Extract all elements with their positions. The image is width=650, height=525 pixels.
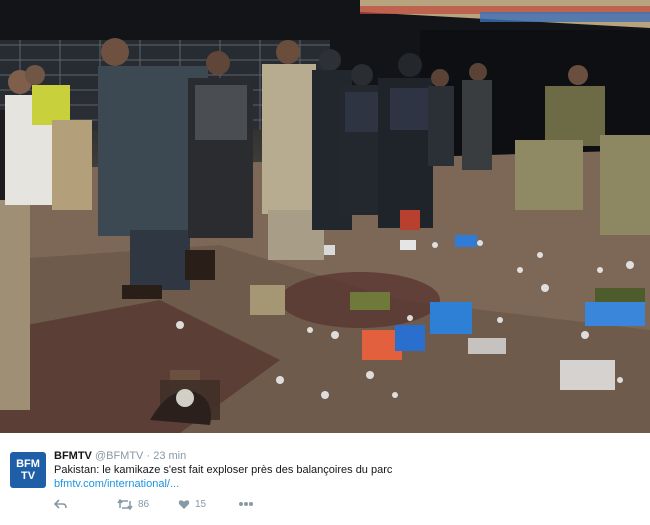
reply-icon: [54, 499, 67, 509]
more-icon: [239, 502, 253, 506]
retweet-icon: [117, 499, 133, 510]
reply-button[interactable]: [54, 499, 67, 510]
heart-icon: [178, 500, 190, 509]
bfmtv-avatar[interactable]: BFM TV: [10, 452, 46, 488]
author-name[interactable]: BFMTV: [54, 450, 92, 462]
photo-scene: [0, 0, 650, 433]
like-button[interactable]: 15: [178, 499, 206, 510]
retweet-count: 86: [138, 499, 150, 510]
more-button[interactable]: [238, 501, 254, 507]
avatar-logo-text: BFM TV: [16, 458, 40, 482]
tweet-text: Pakistan: le kamikaze s'est fait explose…: [54, 464, 393, 476]
like-count: 15: [195, 499, 207, 510]
time-separator: ·: [146, 450, 151, 462]
tweet-time[interactable]: 23 min: [153, 450, 186, 462]
retweet-button[interactable]: 86: [117, 499, 149, 510]
author-handle[interactable]: @BFMTV: [95, 450, 143, 462]
tweet-photo[interactable]: [0, 0, 650, 433]
tweet-header: BFMTV @BFMTV · 23 min: [54, 450, 186, 462]
tweet-link[interactable]: bfmtv.com/international/...: [54, 478, 179, 490]
